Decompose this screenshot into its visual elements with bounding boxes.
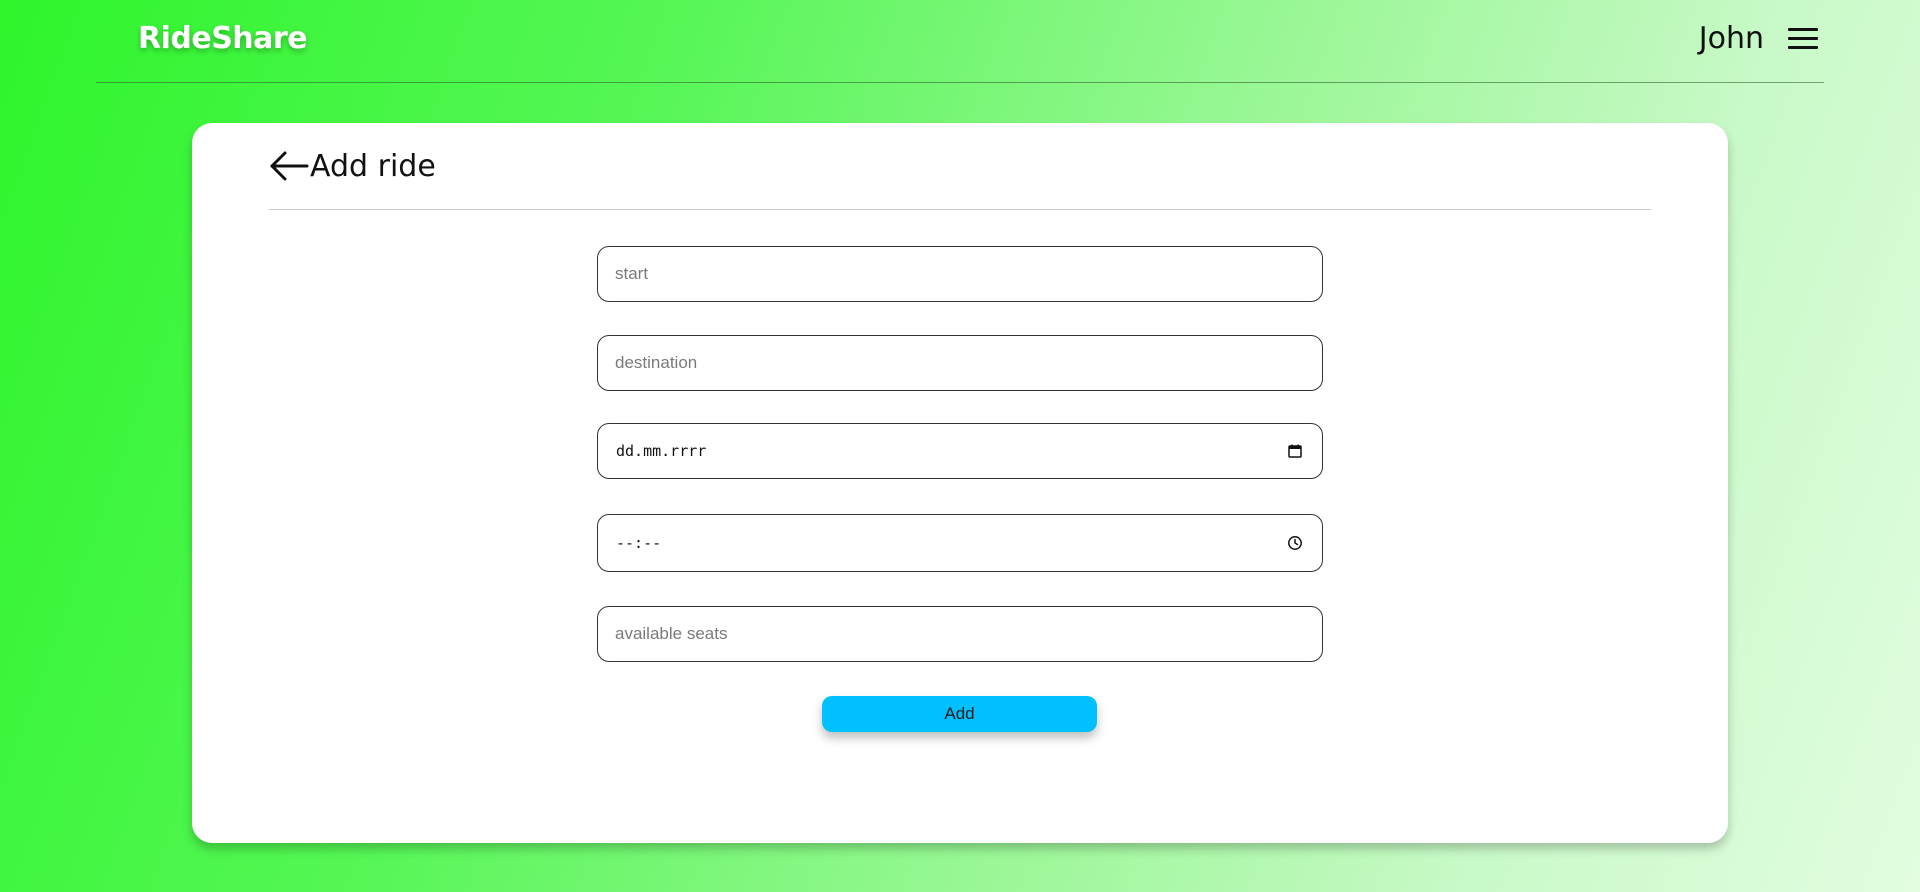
back-arrow-icon[interactable] [269, 149, 309, 183]
calendar-icon[interactable] [1287, 443, 1303, 459]
date-input[interactable]: dd.mm.rrrr [597, 423, 1323, 479]
destination-input[interactable] [615, 336, 1295, 390]
add-ride-button[interactable]: Add [822, 696, 1097, 732]
date-placeholder: dd.mm.rrrr [616, 442, 707, 460]
card-header: Add ride [269, 123, 1651, 210]
start-input[interactable] [615, 247, 1295, 301]
start-field-box [597, 246, 1323, 302]
clock-icon[interactable] [1287, 535, 1303, 551]
destination-field-box [597, 335, 1323, 391]
brand-logo[interactable]: RideShare [138, 21, 308, 56]
top-bar: RideShare John [96, 0, 1824, 83]
add-ride-card: Add ride dd.mm.rrrr --:-- [192, 123, 1728, 843]
hamburger-menu-icon[interactable] [1786, 26, 1820, 52]
time-placeholder: --:-- [616, 534, 662, 552]
available-seats-input[interactable] [615, 607, 1295, 661]
time-input[interactable]: --:-- [597, 514, 1323, 572]
user-name[interactable]: John [1699, 21, 1764, 56]
page-title: Add ride [310, 149, 436, 184]
seats-field-box [597, 606, 1323, 662]
